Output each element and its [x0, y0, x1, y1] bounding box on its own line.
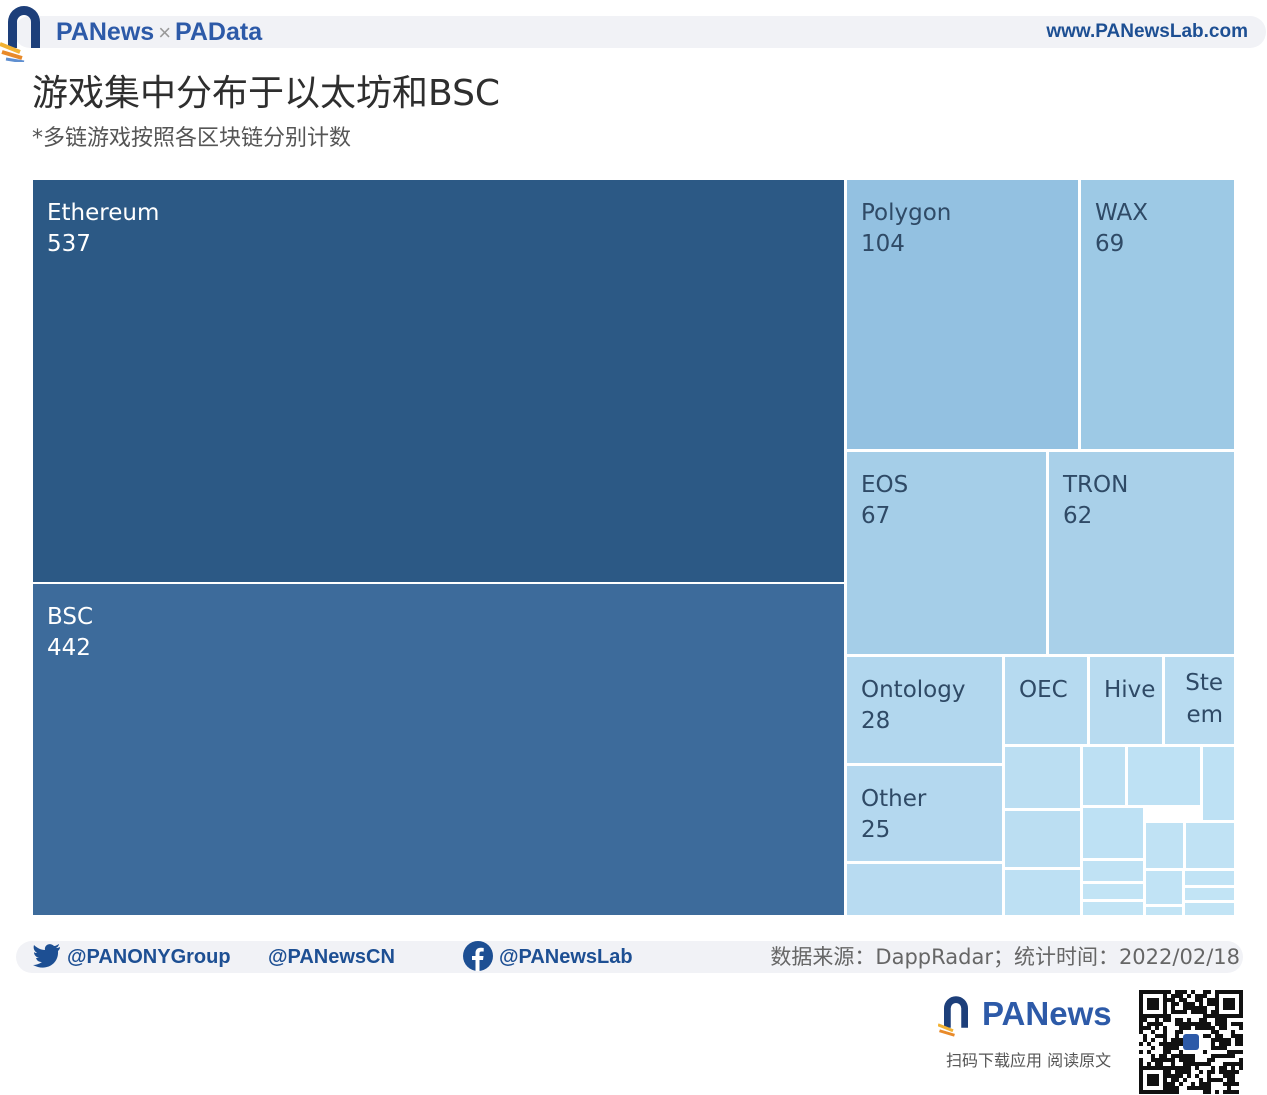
- treemap-rect: [1183, 886, 1235, 902]
- treemap-rect: [1081, 900, 1145, 916]
- treemap-rect: [1183, 901, 1235, 916]
- treemap-label: Hive: [1104, 677, 1155, 703]
- treemap-label: WAX: [1095, 200, 1148, 226]
- header-brand: PANews × PAData: [56, 16, 262, 48]
- treemap-cell-polygon: Polygon 104: [845, 179, 1080, 451]
- footer-brand: PANews: [982, 995, 1112, 1032]
- brand-separator: ×: [158, 20, 172, 45]
- treemap-rect: [1201, 745, 1235, 822]
- twitter-icon: [33, 943, 60, 968]
- treemap-value: 62: [1063, 503, 1092, 529]
- treemap-cell-minor-20: [1184, 821, 1235, 870]
- panews-logo-icon: [0, 6, 40, 62]
- treemap-cell-wax: WAX 69: [1079, 179, 1235, 451]
- treemap-rect: [1144, 869, 1184, 906]
- treemap-label: Other: [861, 786, 927, 812]
- treemap-value: 537: [47, 231, 91, 257]
- treemap-label: BSC: [47, 604, 93, 630]
- treemap-cell-minor-16: [1126, 745, 1202, 807]
- facebook-handle[interactable]: @PANewsLab: [463, 940, 633, 973]
- treemap-cell-minor-28: [1183, 901, 1235, 916]
- chart-subtitle: *多链游戏按照各区块链分别计数: [32, 126, 352, 151]
- treemap-cell-ethereum: Ethereum 537: [32, 179, 846, 584]
- data-source: 数据来源：DappRadar；统计时间：2022/02/18: [770, 945, 1240, 969]
- weibo-handle[interactable]: @PANewsCN: [268, 941, 395, 973]
- footer-logo-icon: [938, 996, 968, 1037]
- treemap-rect: [1183, 869, 1235, 887]
- treemap-cell-minor-14: [1003, 868, 1082, 916]
- facebook-icon: [463, 940, 493, 971]
- brand-padata: PAData: [175, 18, 263, 46]
- treemap-cell-minor-12: [1003, 745, 1082, 810]
- twitter-handle-text: @PANONYGroup: [67, 946, 231, 968]
- treemap-cell-oec: OEC: [1003, 655, 1089, 746]
- facebook-handle-text: @PANewsLab: [499, 946, 633, 968]
- treemap-rect: [1081, 745, 1127, 807]
- treemap-rect: [1003, 809, 1082, 869]
- treemap-rect: [32, 582, 846, 916]
- treemap-chart: Ethereum 537 BSC 442 Polygon 104 WAX 69 EOS 67 TRO…: [32, 179, 1235, 916]
- treemap-value: 442: [47, 635, 91, 661]
- treemap-cell-minor-11: [845, 862, 1004, 916]
- treemap-cell-minor-15: [1081, 745, 1127, 807]
- treemap-cell-minor-13: [1003, 809, 1082, 869]
- treemap-rect: [1081, 882, 1145, 901]
- brand-panews: PANews: [56, 18, 155, 46]
- treemap-rect: [1144, 821, 1185, 870]
- treemap-cell-minor-26: [1144, 905, 1184, 916]
- treemap-cell-minor-25: [1081, 900, 1145, 916]
- treemap-cell-eos: EOS 67: [845, 450, 1048, 656]
- treemap-value: 67: [861, 503, 890, 529]
- treemap-cell-ste-em: Ste em: [1163, 655, 1235, 746]
- treemap-cell-ontology: Ontology 28: [845, 655, 1004, 765]
- treemap-value: 104: [861, 231, 905, 257]
- treemap-rect: [1184, 821, 1235, 870]
- treemap-rect: [845, 764, 1004, 863]
- treemap-cell-other: Other 25: [845, 764, 1004, 863]
- chart-title: 游戏集中分布于以太坊和BSC: [32, 73, 501, 114]
- treemap-label: Ontology: [861, 677, 965, 703]
- treemap-label: Polygon: [861, 200, 951, 226]
- treemap-rect: [1003, 745, 1082, 810]
- footer-tagline: 扫码下载应用 阅读原文: [946, 1051, 1112, 1070]
- treemap-cell-minor-22: [1144, 869, 1184, 906]
- treemap-label: Ethereum: [47, 200, 159, 226]
- treemap-label: EOS: [861, 472, 908, 498]
- treemap-rect: [1126, 745, 1202, 807]
- treemap-rect: [32, 179, 846, 584]
- site-url[interactable]: www.PANewsLab.com: [1046, 16, 1248, 48]
- qr-code-icon[interactable]: [1139, 990, 1243, 1094]
- treemap-value: 28: [861, 708, 890, 734]
- treemap-cell-tron: TRON 62: [1047, 450, 1235, 656]
- treemap-label: TRON: [1062, 472, 1128, 498]
- treemap-rect: [1144, 905, 1184, 916]
- treemap-label: Ste: [1185, 670, 1223, 696]
- treemap-cell-minor-17: [1201, 745, 1235, 822]
- treemap-cell-minor-23: [1183, 869, 1235, 887]
- treemap-rect: [1081, 806, 1145, 860]
- treemap-label: OEC: [1019, 677, 1068, 703]
- treemap-rect: [1003, 868, 1082, 916]
- treemap-rect: [1081, 859, 1145, 883]
- twitter-handle[interactable]: @PANONYGroup: [33, 941, 231, 973]
- treemap-cell-hive: Hive: [1088, 655, 1164, 746]
- treemap-cell-bsc: BSC 442: [32, 582, 846, 916]
- treemap-cell-minor-27: [1183, 886, 1235, 902]
- treemap-value: 25: [861, 817, 890, 843]
- treemap-cell-minor-18: [1081, 806, 1145, 860]
- treemap-label: em: [1186, 702, 1223, 728]
- treemap-cell-minor-21: [1081, 859, 1145, 883]
- treemap-rect: [845, 862, 1004, 916]
- treemap-cell-minor-24: [1081, 882, 1145, 901]
- treemap-cell-minor-19: [1144, 821, 1185, 870]
- treemap-value: 69: [1095, 231, 1124, 257]
